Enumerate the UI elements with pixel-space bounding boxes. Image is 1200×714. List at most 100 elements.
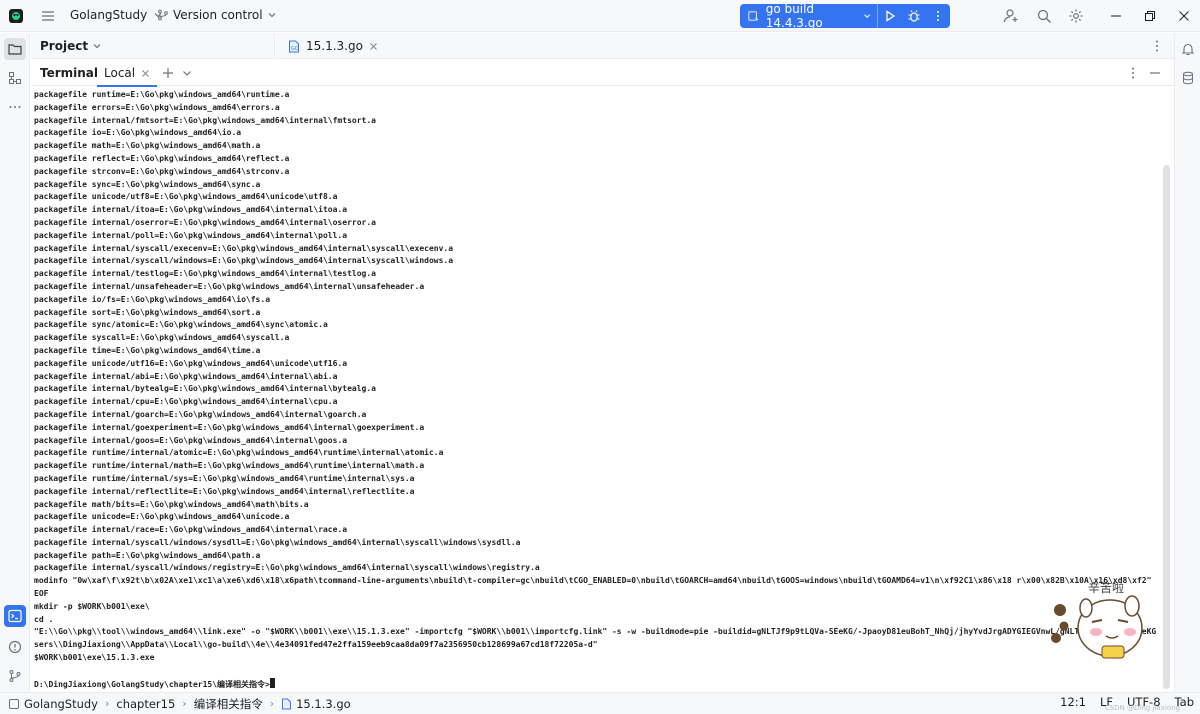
terminal-line: packagefile internal/fmtsort=E:\Go\pkg\w…: [34, 115, 376, 125]
terminal-scrollbar[interactable]: [1163, 165, 1170, 689]
right-tool-strip: [1174, 33, 1200, 692]
breadcrumb-item[interactable]: 编译相关指令: [194, 696, 263, 712]
terminal-line: packagefile internal/unsafeheader=E:\Go\…: [34, 281, 425, 291]
terminal-prompt-line: D:\DingJiaxiong\GolangStudy\chapter15\编译…: [34, 677, 1161, 691]
terminal-line: packagefile runtime=E:\Go\pkg\windows_am…: [34, 90, 290, 99]
terminal-line: packagefile runtime/internal/atomic=E:\G…: [34, 448, 444, 458]
branch-icon: [158, 9, 168, 21]
breadcrumb-separator-icon: ›: [104, 697, 110, 710]
terminal-line: mkdir -p $WORK\b001\exe\: [34, 601, 150, 611]
close-icon[interactable]: [141, 69, 150, 78]
run-widget: go build 14.4.3.go: [740, 2, 950, 30]
more-vertical-icon[interactable]: [1126, 66, 1140, 80]
goland-logo-icon[interactable]: [8, 8, 24, 24]
folder-icon: [8, 44, 22, 55]
terminal-line: "E:\\Go\\pkg\\tool\\windows_amd64\\link.…: [34, 627, 1161, 637]
terminal-line: packagefile internal/testlog=E:\Go\pkg\w…: [34, 269, 376, 279]
run-more-button[interactable]: [926, 4, 950, 28]
module-icon: [9, 698, 19, 709]
breadcrumb-label: GolangStudy: [24, 696, 98, 711]
terminal-icon: [8, 609, 22, 623]
terminal-line: packagefile math=E:\Go\pkg\windows_amd64…: [34, 141, 261, 151]
more-tools-button[interactable]: [4, 96, 26, 118]
terminal-line: EOF: [34, 589, 49, 599]
terminal-line: packagefile syscall=E:\Go\pkg\windows_am…: [34, 333, 290, 343]
new-terminal-plus-icon[interactable]: [161, 66, 175, 80]
terminal-tool-button[interactable]: [4, 605, 26, 627]
play-icon: [886, 10, 896, 22]
terminal-output[interactable]: packagefile runtime=E:\Go\pkg\windows_am…: [31, 87, 1161, 691]
status-bar: GolangStudy › chapter15 › 编译相关指令 › 15.1.…: [0, 692, 1200, 714]
terminal-line: packagefile internal/goos=E:\Go\pkg\wind…: [34, 435, 348, 445]
settings-gear-icon[interactable]: [1068, 8, 1084, 24]
terminal-tab-local[interactable]: Local: [97, 60, 158, 87]
breadcrumb-separator-icon: ›: [182, 697, 187, 710]
main-menu-icon[interactable]: [40, 8, 56, 24]
database-icon: [1183, 71, 1193, 85]
terminal-line: packagefile strconv=E:\Go\pkg\windows_am…: [34, 166, 290, 176]
terminal-line: packagefile sync/atomic=E:\Go\pkg\window…: [34, 320, 328, 330]
notifications-tool-button[interactable]: [1177, 38, 1199, 60]
terminal-line: packagefile internal/cpu=E:\Go\pkg\windo…: [34, 397, 338, 407]
editor-tab-bar: GO 15.1.3.go: [276, 33, 1174, 59]
window-minimize-icon[interactable]: [1108, 8, 1124, 24]
cartoon-sticker: 辛苦啦: [1051, 580, 1143, 659]
problems-icon: [8, 640, 22, 654]
project-tool-button[interactable]: [4, 38, 26, 60]
problems-tool-button[interactable]: [4, 636, 26, 658]
add-user-icon[interactable]: [1003, 8, 1019, 24]
project-selector[interactable]: GolangStudy: [70, 8, 163, 22]
close-icon[interactable]: [369, 42, 378, 51]
editor-tab-label: 15.1.3.go: [306, 39, 363, 53]
chevron-down-icon: [268, 13, 275, 18]
terminal-line: packagefile time=E:\Go\pkg\windows_amd64…: [34, 345, 261, 355]
chevron-down-icon[interactable]: [181, 67, 193, 79]
more-vertical-icon: [937, 11, 940, 21]
terminal-line: packagefile internal/oserror=E:\Go\pkg\w…: [34, 217, 376, 227]
window-restore-icon[interactable]: [1142, 8, 1158, 24]
terminal-line: packagefile internal/goexperiment=E:\Go\…: [34, 422, 425, 432]
project-panel-header[interactable]: Project: [31, 33, 275, 59]
breadcrumb: GolangStudy › chapter15 › 编译相关指令 › 15.1.…: [0, 696, 351, 712]
database-tool-button[interactable]: [1177, 67, 1199, 89]
breadcrumb-item[interactable]: GolangStudy: [8, 697, 98, 711]
vcs-label: Version control: [173, 8, 263, 22]
terminal-line: packagefile internal/syscall/windows=E:\…: [34, 256, 454, 266]
terminal-line: cd .: [34, 614, 54, 624]
vcs-selector[interactable]: Version control: [157, 8, 277, 22]
sticker-text: 辛苦啦: [1088, 580, 1124, 595]
caret-position[interactable]: 12:1: [1060, 695, 1086, 709]
bug-icon: [908, 10, 920, 22]
terminal-line: packagefile unicode/utf8=E:\Go\pkg\windo…: [34, 192, 338, 202]
terminal-line: packagefile internal/goarch=E:\Go\pkg\wi…: [34, 409, 367, 419]
hide-panel-minimize-icon[interactable]: [1148, 66, 1162, 80]
terminal-line: packagefile internal/poll=E:\Go\pkg\wind…: [34, 230, 348, 240]
breadcrumb-label: chapter15: [116, 696, 176, 711]
debug-button[interactable]: [902, 4, 926, 28]
chevron-down-icon: [864, 14, 871, 18]
terminal-line: packagefile internal/syscall/windows/reg…: [34, 563, 540, 573]
terminal-line: packagefile runtime/internal/sys=E:\Go\p…: [34, 473, 415, 483]
editor-tab[interactable]: GO 15.1.3.go: [282, 33, 384, 59]
terminal-line: packagefile internal/abi=E:\Go\pkg\windo…: [34, 371, 338, 381]
structure-tool-button[interactable]: [4, 67, 26, 89]
terminal-line: packagefile internal/reflectlite=E:\Go\p…: [34, 486, 415, 496]
breadcrumb-item[interactable]: chapter15: [116, 697, 175, 711]
terminal-line: packagefile internal/syscall/execenv=E:\…: [34, 243, 454, 253]
more-vertical-icon[interactable]: [1150, 39, 1164, 53]
search-icon[interactable]: [1036, 8, 1052, 24]
go-file-icon: GO: [289, 40, 299, 52]
watermark: CSDN @Ding Jiaxiong: [1104, 704, 1180, 712]
run-button[interactable]: [878, 4, 902, 28]
window-close-icon[interactable]: [1176, 8, 1192, 24]
terminal-line: packagefile io=E:\Go\pkg\windows_amd64\i…: [34, 128, 242, 138]
terminal-line: packagefile sort=E:\Go\pkg\windows_amd64…: [34, 307, 261, 317]
title-bar: GolangStudy Version control go build 14.…: [0, 0, 1200, 32]
terminal-line: packagefile errors=E:\Go\pkg\windows_amd…: [34, 102, 280, 112]
run-config-selector[interactable]: go build 14.4.3.go: [740, 2, 879, 30]
terminal-title: Terminal: [40, 65, 99, 80]
terminal-header: Terminal Local: [31, 60, 1174, 87]
terminal-line: packagefile internal/race=E:\Go\pkg\wind…: [34, 525, 348, 535]
git-tool-button[interactable]: [4, 665, 26, 687]
breadcrumb-item[interactable]: 15.1.3.go: [281, 697, 351, 711]
